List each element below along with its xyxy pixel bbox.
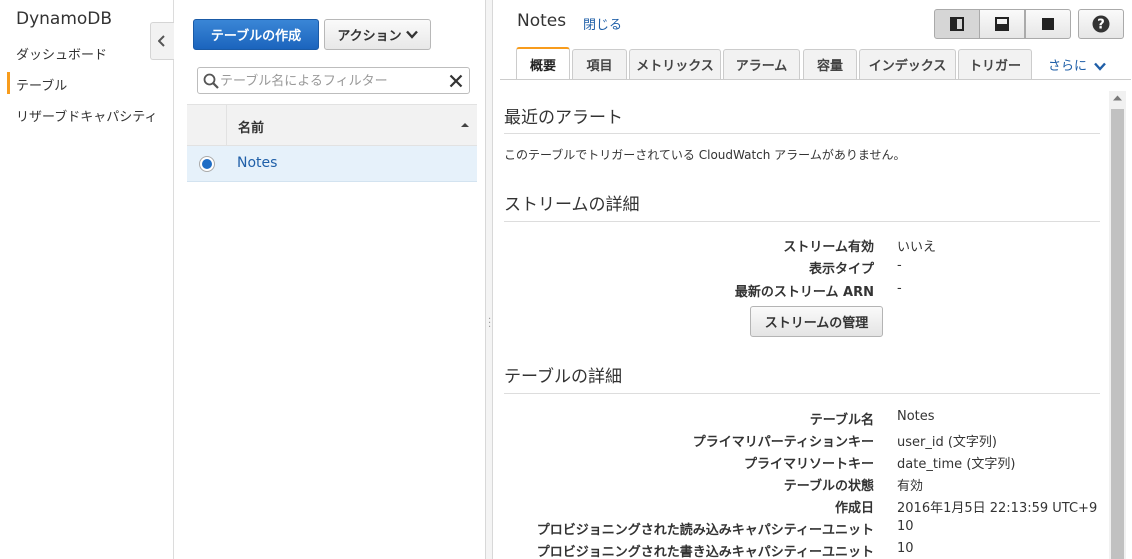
- nav-item-reserved-capacity[interactable]: リザーブドキャパシティ: [16, 106, 157, 125]
- chevron-down-icon: [1094, 62, 1107, 71]
- table-status-label: テーブルの状態: [783, 479, 874, 494]
- layout-bottom-icon: [995, 17, 1009, 31]
- table-name-label: テーブル名: [809, 413, 874, 428]
- nav-item-tables[interactable]: テーブル: [6, 72, 67, 94]
- divider: [504, 221, 1100, 222]
- write-capacity-label: プロビジョニングされた書き込みキャパシティーユニット: [536, 545, 874, 559]
- table-name-value: Notes: [897, 409, 935, 424]
- partition-key-label: プライマリパーティションキー: [692, 435, 874, 450]
- actions-button-label: アクション: [337, 29, 402, 44]
- svg-text:?: ?: [1097, 18, 1105, 33]
- panel-splitter[interactable]: · · ·: [485, 0, 493, 559]
- scroll-up-icon[interactable]: [1113, 95, 1122, 101]
- row-radio-button[interactable]: [199, 156, 215, 172]
- table-status-value: 有効: [897, 479, 924, 494]
- detail-tabs: 概要 項目 メトリックス アラーム 容量 インデックス トリガー: [516, 47, 1116, 80]
- layout-split-icon: [950, 17, 964, 31]
- creation-date-label: 作成日: [834, 501, 874, 516]
- scrollbar-thumb[interactable]: [1111, 109, 1124, 559]
- divider: [504, 133, 1100, 134]
- tab-metrics[interactable]: メトリックス: [629, 49, 721, 79]
- select-column-header: [187, 105, 227, 145]
- write-capacity-value: 10: [897, 541, 914, 556]
- stream-enabled-value: いいえ: [897, 240, 937, 255]
- layout-full-icon: [1042, 18, 1054, 30]
- splitter-grip[interactable]: · · ·: [488, 315, 491, 333]
- collapse-left-icon: [158, 35, 165, 47]
- chevron-down-icon: [405, 30, 418, 39]
- tab-items[interactable]: 項目: [572, 49, 627, 79]
- view-type-label: 表示タイプ: [808, 262, 874, 277]
- sort-up-icon[interactable]: [461, 122, 469, 128]
- sort-key-label: プライマリソートキー: [743, 457, 874, 472]
- table-list-panel: テーブルの作成 アクション 名前 Notes: [175, 0, 485, 559]
- more-tabs-label: さらに: [1048, 59, 1088, 74]
- search-icon: [203, 73, 219, 89]
- read-capacity-label: プロビジョニングされた読み込みキャパシティーユニット: [536, 523, 874, 538]
- tabs-divider: [500, 79, 1131, 80]
- more-tabs-dropdown[interactable]: さらに: [1048, 55, 1107, 74]
- partition-key-value: user_id (文字列): [897, 435, 997, 450]
- read-capacity-value: 10: [897, 519, 914, 534]
- left-nav: DynamoDB ダッシュボード テーブル リザーブドキャパシティ: [0, 0, 174, 559]
- tab-indexes[interactable]: インデックス: [859, 49, 956, 79]
- tab-capacity[interactable]: 容量: [803, 49, 857, 79]
- alarms-heading: 最近のアラート: [504, 108, 623, 128]
- divider: [504, 393, 1100, 394]
- tab-overview[interactable]: 概要: [516, 47, 570, 80]
- table-filter-field[interactable]: [197, 67, 470, 94]
- detail-scrollbar[interactable]: [1109, 91, 1126, 559]
- table-row[interactable]: Notes: [187, 146, 477, 182]
- nav-item-dashboard[interactable]: ダッシュボード: [16, 44, 107, 63]
- actions-button[interactable]: アクション: [324, 19, 431, 50]
- create-table-button[interactable]: テーブルの作成: [193, 19, 319, 50]
- view-type-value: -: [897, 258, 902, 273]
- latest-stream-arn-value: -: [897, 281, 902, 296]
- stream-enabled-label: ストリーム有効: [783, 240, 874, 255]
- creation-date-value: 2016年1月5日 22:13:59 UTC+9: [897, 501, 1098, 516]
- clear-icon[interactable]: [449, 74, 463, 88]
- table-filter-input[interactable]: [220, 71, 440, 91]
- manage-stream-button[interactable]: ストリームの管理: [750, 306, 883, 337]
- table-details-heading: テーブルの詳細: [504, 367, 622, 387]
- help-icon: ?: [1092, 15, 1110, 33]
- tab-triggers[interactable]: トリガー: [958, 49, 1032, 79]
- table-name-link[interactable]: Notes: [237, 155, 277, 171]
- stream-heading: ストリームの詳細: [504, 195, 640, 215]
- latest-stream-arn-label: 最新のストリーム ARN: [734, 285, 874, 300]
- layout-full-button[interactable]: [1025, 9, 1071, 39]
- layout-bottom-button[interactable]: [979, 9, 1025, 39]
- table-list-header: 名前: [187, 104, 477, 146]
- close-link[interactable]: 閉じる: [583, 14, 622, 33]
- name-column-header[interactable]: 名前: [238, 117, 264, 136]
- detail-title: Notes: [517, 11, 567, 31]
- sort-key-value: date_time (文字列): [897, 457, 1016, 472]
- collapse-nav-button[interactable]: [150, 22, 174, 60]
- alarms-message: このテーブルでトリガーされている CloudWatch アラームがありません。: [504, 148, 906, 162]
- service-title[interactable]: DynamoDB: [16, 9, 112, 29]
- tab-alarms[interactable]: アラーム: [723, 49, 800, 79]
- help-button[interactable]: ?: [1078, 9, 1124, 39]
- layout-split-button[interactable]: [934, 9, 980, 39]
- table-detail-panel: Notes 閉じる ? 概要 項目 メトリックス アラーム 容量 インデックス …: [494, 0, 1132, 559]
